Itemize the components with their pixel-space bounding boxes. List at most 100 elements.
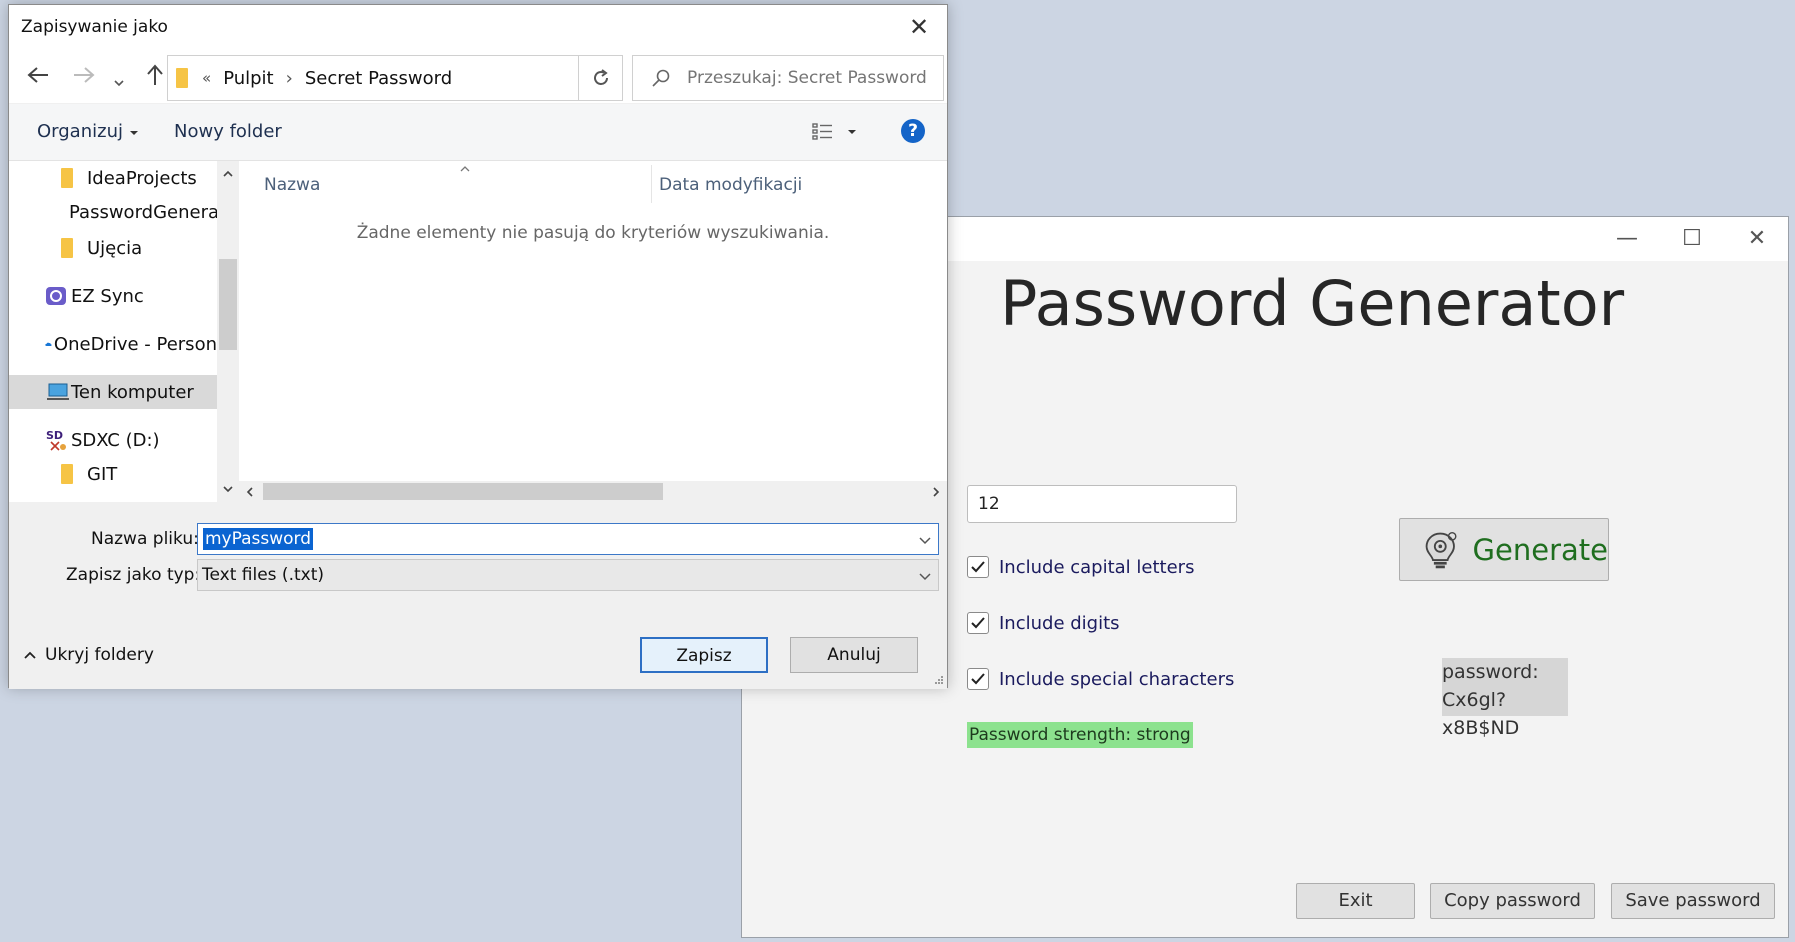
organize-dropdown-icon xyxy=(129,131,138,135)
file-list: Nazwa Data modyfikacji Żadne elementy ni… xyxy=(239,161,947,481)
copy-password-button[interactable]: Copy password xyxy=(1430,883,1595,919)
search-box[interactable] xyxy=(632,55,944,101)
computer-icon xyxy=(47,383,69,400)
scroll-right-icon[interactable] xyxy=(931,486,941,498)
new-folder-button[interactable]: Nowy folder xyxy=(174,121,282,142)
cancel-button[interactable]: Anuluj xyxy=(790,637,918,673)
check-icon xyxy=(971,561,985,573)
check-icon xyxy=(971,617,985,629)
forward-arrow-icon[interactable] xyxy=(72,65,96,91)
filename-field[interactable]: myPassword xyxy=(197,523,939,555)
onedrive-icon xyxy=(45,342,52,347)
nav-item-label: Ten komputer xyxy=(71,381,194,403)
checkbox[interactable] xyxy=(967,612,989,634)
nav-item-label: EZ Sync xyxy=(71,285,144,307)
ez-sync-icon xyxy=(46,287,66,305)
svg-text:SD: SD xyxy=(46,429,63,442)
nav-item-label: GIT xyxy=(87,463,118,485)
breadcrumb-pulpit[interactable]: Pulpit xyxy=(223,68,273,89)
dialog-title: Zapisywanie jako xyxy=(21,17,168,37)
scroll-up-icon[interactable] xyxy=(222,169,234,179)
column-divider[interactable] xyxy=(651,165,652,203)
up-arrow-icon[interactable] xyxy=(145,63,165,93)
nav-item-passwordgenerator[interactable]: PasswordGenera xyxy=(9,195,217,229)
view-options-icon[interactable] xyxy=(812,122,856,146)
checkbox[interactable] xyxy=(967,668,989,690)
hscroll-thumb[interactable] xyxy=(263,483,663,500)
option-label: Include digits xyxy=(999,612,1120,634)
nav-item-label: IdeaProjects xyxy=(87,167,197,189)
nav-item-git[interactable]: GIT xyxy=(9,457,217,491)
filetype-dropdown-icon[interactable] xyxy=(918,571,932,581)
save-as-dialog: Zapisywanie jako ✕ « Pulpit › Secret Pas… xyxy=(8,4,948,689)
navigation-pane: IdeaProjects PasswordGenera Ujęcia EZ Sy… xyxy=(9,161,217,502)
option-label: Include special characters xyxy=(999,668,1235,690)
generate-label: Generate xyxy=(1472,532,1608,567)
nav-item-label: OneDrive - Person xyxy=(53,333,217,355)
maximize-button[interactable]: ☐ xyxy=(1657,217,1727,261)
breadcrumb-current[interactable]: Secret Password xyxy=(305,68,452,89)
length-input[interactable] xyxy=(967,485,1237,523)
close-button[interactable]: ✕ xyxy=(1722,217,1792,261)
filetype-value: Text files (.txt) xyxy=(202,565,324,585)
filetype-select[interactable]: Text files (.txt) xyxy=(197,559,939,591)
nav-scrollbar[interactable] xyxy=(217,161,239,502)
nav-scroll-thumb[interactable] xyxy=(219,259,237,350)
folder-icon xyxy=(61,238,73,258)
file-list-hscrollbar[interactable] xyxy=(239,481,947,502)
refresh-icon xyxy=(593,69,608,85)
dialog-close-button[interactable]: ✕ xyxy=(909,13,929,41)
sort-ascending-icon xyxy=(460,166,470,172)
folder-icon xyxy=(61,464,73,484)
filetype-label: Zapisz jako typ: xyxy=(66,565,201,585)
organize-menu[interactable]: Organizuj xyxy=(37,121,139,142)
sd-card-icon: SD xyxy=(46,429,66,451)
option-special-characters[interactable]: Include special characters xyxy=(967,665,1234,693)
hide-folders-label: Ukryj foldery xyxy=(45,645,154,665)
save-password-button[interactable]: Save password xyxy=(1611,883,1775,919)
breadcrumb-separator[interactable]: › xyxy=(286,68,293,89)
nav-item-ideaprojects[interactable]: IdeaProjects xyxy=(9,161,217,195)
password-strength: Password strength: strong xyxy=(967,722,1193,748)
refresh-button[interactable] xyxy=(578,55,623,101)
empty-results-message: Żadne elementy nie pasują do kryteriów w… xyxy=(356,223,830,243)
hide-folders-toggle[interactable]: Ukryj foldery xyxy=(23,645,154,665)
password-label: password: xyxy=(1442,661,1539,683)
back-arrow-icon[interactable] xyxy=(26,65,50,91)
recent-locations-chevron-icon[interactable] xyxy=(113,69,125,94)
scroll-down-icon[interactable] xyxy=(222,484,234,494)
scroll-left-icon[interactable] xyxy=(245,486,255,498)
chevron-up-icon xyxy=(24,651,36,659)
minimize-button[interactable]: — xyxy=(1592,217,1662,261)
option-digits[interactable]: Include digits xyxy=(967,609,1120,637)
option-label: Include capital letters xyxy=(999,556,1195,578)
filename-dropdown-icon[interactable] xyxy=(918,535,932,545)
nav-item-onedrive[interactable]: OneDrive - Person xyxy=(9,327,217,361)
resize-grip-icon[interactable] xyxy=(934,675,944,685)
password-output: password: Cx6gl?x8B$ND xyxy=(1442,658,1568,739)
filename-label: Nazwa pliku: xyxy=(91,529,199,549)
address-bar[interactable]: « Pulpit › Secret Password xyxy=(167,55,622,101)
save-button[interactable]: Zapisz xyxy=(640,637,768,673)
breadcrumb-overflow[interactable]: « xyxy=(202,69,211,87)
checkbox[interactable] xyxy=(967,556,989,578)
nav-item-ez-sync[interactable]: EZ Sync xyxy=(9,279,217,313)
nav-item-ujecia[interactable]: Ujęcia xyxy=(9,231,217,265)
generate-button[interactable]: Generate xyxy=(1399,518,1609,581)
nav-item-label: PasswordGenera xyxy=(69,201,217,223)
exit-button[interactable]: Exit xyxy=(1296,883,1415,919)
column-header-modified[interactable]: Data modyfikacji xyxy=(659,175,802,195)
password-value: Cx6gl?x8B$ND xyxy=(1442,689,1520,739)
search-icon xyxy=(652,69,670,87)
nav-item-label: Ujęcia xyxy=(87,237,143,259)
nav-item-sdxc[interactable]: SD SDXC (D:) xyxy=(9,423,217,457)
filename-input[interactable]: myPassword xyxy=(203,528,314,550)
lightbulb-gear-icon xyxy=(1425,531,1457,568)
dialog-toolbar: Organizuj Nowy folder xyxy=(9,104,947,161)
option-capital-letters[interactable]: Include capital letters xyxy=(967,553,1194,581)
organize-label: Organizuj xyxy=(37,121,123,142)
nav-item-ten-komputer[interactable]: Ten komputer xyxy=(9,375,217,409)
column-header-name[interactable]: Nazwa xyxy=(264,175,320,195)
help-icon[interactable]: ? xyxy=(901,119,925,143)
search-input[interactable] xyxy=(685,67,939,89)
